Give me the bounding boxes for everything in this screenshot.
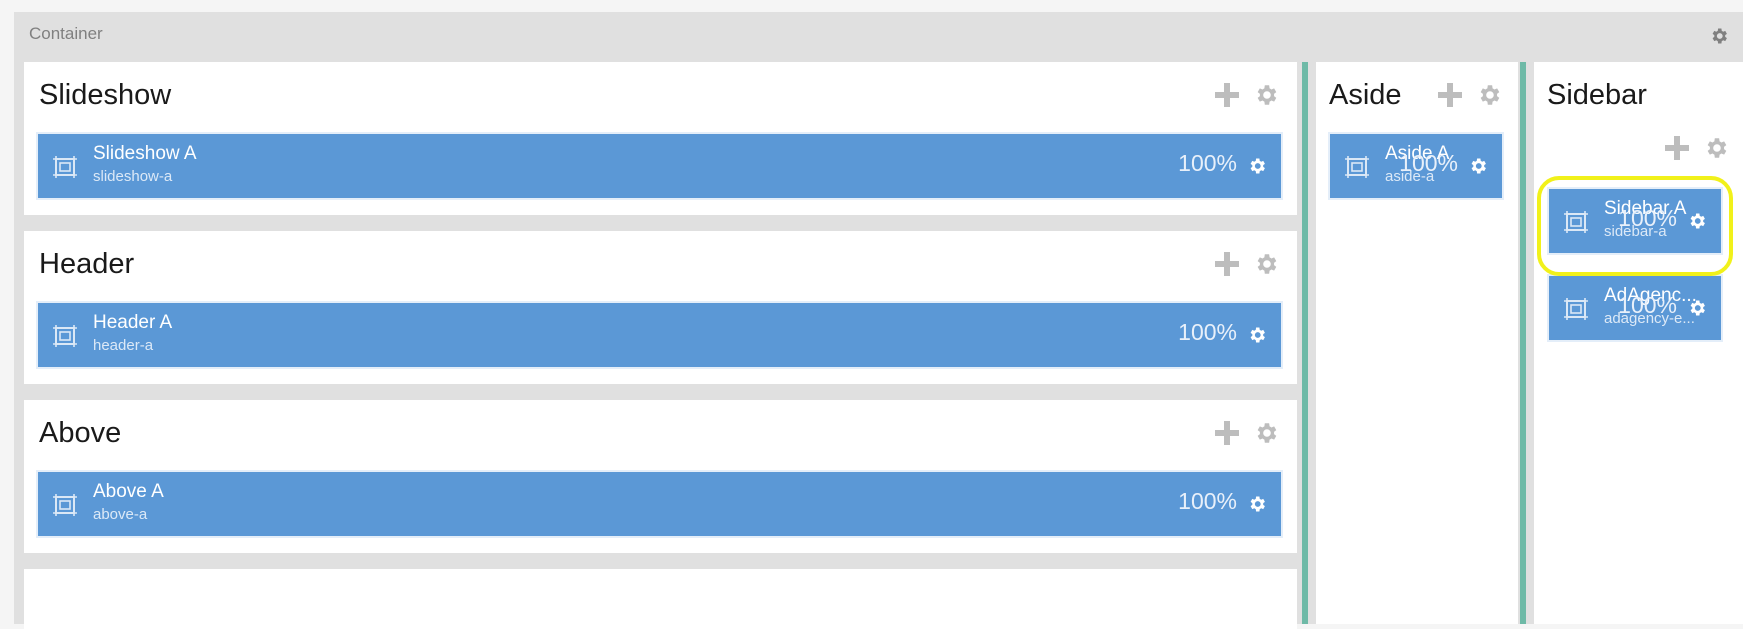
- block-layout-icon: [1344, 156, 1370, 178]
- block-title: Slideshow A: [93, 143, 197, 164]
- section-above: Above Above A above-a 100%: [24, 400, 1297, 553]
- block-settings-gear-icon[interactable]: [1687, 298, 1707, 318]
- add-block-plus-icon[interactable]: [1438, 83, 1462, 107]
- block-width-percent: 100%: [1178, 488, 1237, 514]
- section-slideshow: Slideshow Slideshow A slideshow-a 100%: [24, 62, 1297, 215]
- section-header: Header Header A header-a 100%: [24, 231, 1297, 384]
- column-divider[interactable]: [1520, 62, 1526, 624]
- section-tools: [1215, 251, 1279, 277]
- section-settings-gear-icon[interactable]: [1703, 135, 1729, 161]
- main-column: Slideshow Slideshow A slideshow-a 100% H…: [24, 62, 1297, 629]
- section-settings-gear-icon[interactable]: [1253, 82, 1279, 108]
- sidebar-column: Sidebar Sidebar A sidebar-a 100% AdAgenc…: [1534, 62, 1743, 624]
- section-title: Aside: [1329, 79, 1402, 111]
- section-title: Header: [39, 248, 135, 280]
- block-header-a[interactable]: Header A header-a 100%: [36, 301, 1283, 369]
- add-block-plus-icon[interactable]: [1665, 136, 1689, 160]
- block-subtitle: above-a: [93, 506, 148, 523]
- section-settings-gear-icon[interactable]: [1476, 82, 1502, 108]
- block-adagency[interactable]: AdAgenc... adagency-e... 100%: [1547, 274, 1723, 342]
- block-width-percent: 100%: [1399, 150, 1458, 176]
- block-settings-gear-icon[interactable]: [1247, 325, 1267, 345]
- container-title: Container: [29, 24, 103, 43]
- section-title: Sidebar: [1547, 79, 1647, 111]
- block-layout-icon: [52, 156, 78, 178]
- add-block-plus-icon[interactable]: [1215, 83, 1239, 107]
- block-settings-gear-icon[interactable]: [1468, 156, 1488, 176]
- add-block-plus-icon[interactable]: [1215, 252, 1239, 276]
- block-slideshow-a[interactable]: Slideshow A slideshow-a 100%: [36, 132, 1283, 200]
- block-subtitle: slideshow-a: [93, 168, 173, 185]
- block-above-a[interactable]: Above A above-a 100%: [36, 470, 1283, 538]
- block-layout-icon: [52, 325, 78, 347]
- aside-column: Aside Aside A aside-a 100%: [1316, 62, 1518, 624]
- section-settings-gear-icon[interactable]: [1253, 420, 1279, 446]
- section-settings-gear-icon[interactable]: [1253, 251, 1279, 277]
- container-settings-gear-icon[interactable]: [1709, 26, 1729, 46]
- block-subtitle: header-a: [93, 337, 154, 354]
- block-layout-icon: [1563, 298, 1589, 320]
- block-width-percent: 100%: [1178, 319, 1237, 345]
- block-title: Header A: [93, 312, 173, 333]
- section-tools: [1665, 135, 1729, 161]
- block-settings-gear-icon[interactable]: [1247, 494, 1267, 514]
- section-tools: [1215, 420, 1279, 446]
- selection-highlight: [1537, 176, 1733, 276]
- block-title: Above A: [93, 481, 164, 502]
- layout-container: Container Slideshow Slideshow A slidesho…: [14, 12, 1743, 629]
- add-block-plus-icon[interactable]: [1215, 421, 1239, 445]
- section-title: Above: [39, 417, 122, 449]
- section-title: Slideshow: [39, 79, 172, 111]
- section-tools: [1438, 82, 1502, 108]
- block-layout-icon: [52, 494, 78, 516]
- section-tools: [1215, 82, 1279, 108]
- block-width-percent: 100%: [1178, 150, 1237, 176]
- section-next: [24, 569, 1297, 629]
- block-settings-gear-icon[interactable]: [1247, 156, 1267, 176]
- column-divider[interactable]: [1302, 62, 1308, 624]
- block-width-percent: 100%: [1618, 292, 1677, 318]
- block-aside-a[interactable]: Aside A aside-a 100%: [1328, 132, 1504, 200]
